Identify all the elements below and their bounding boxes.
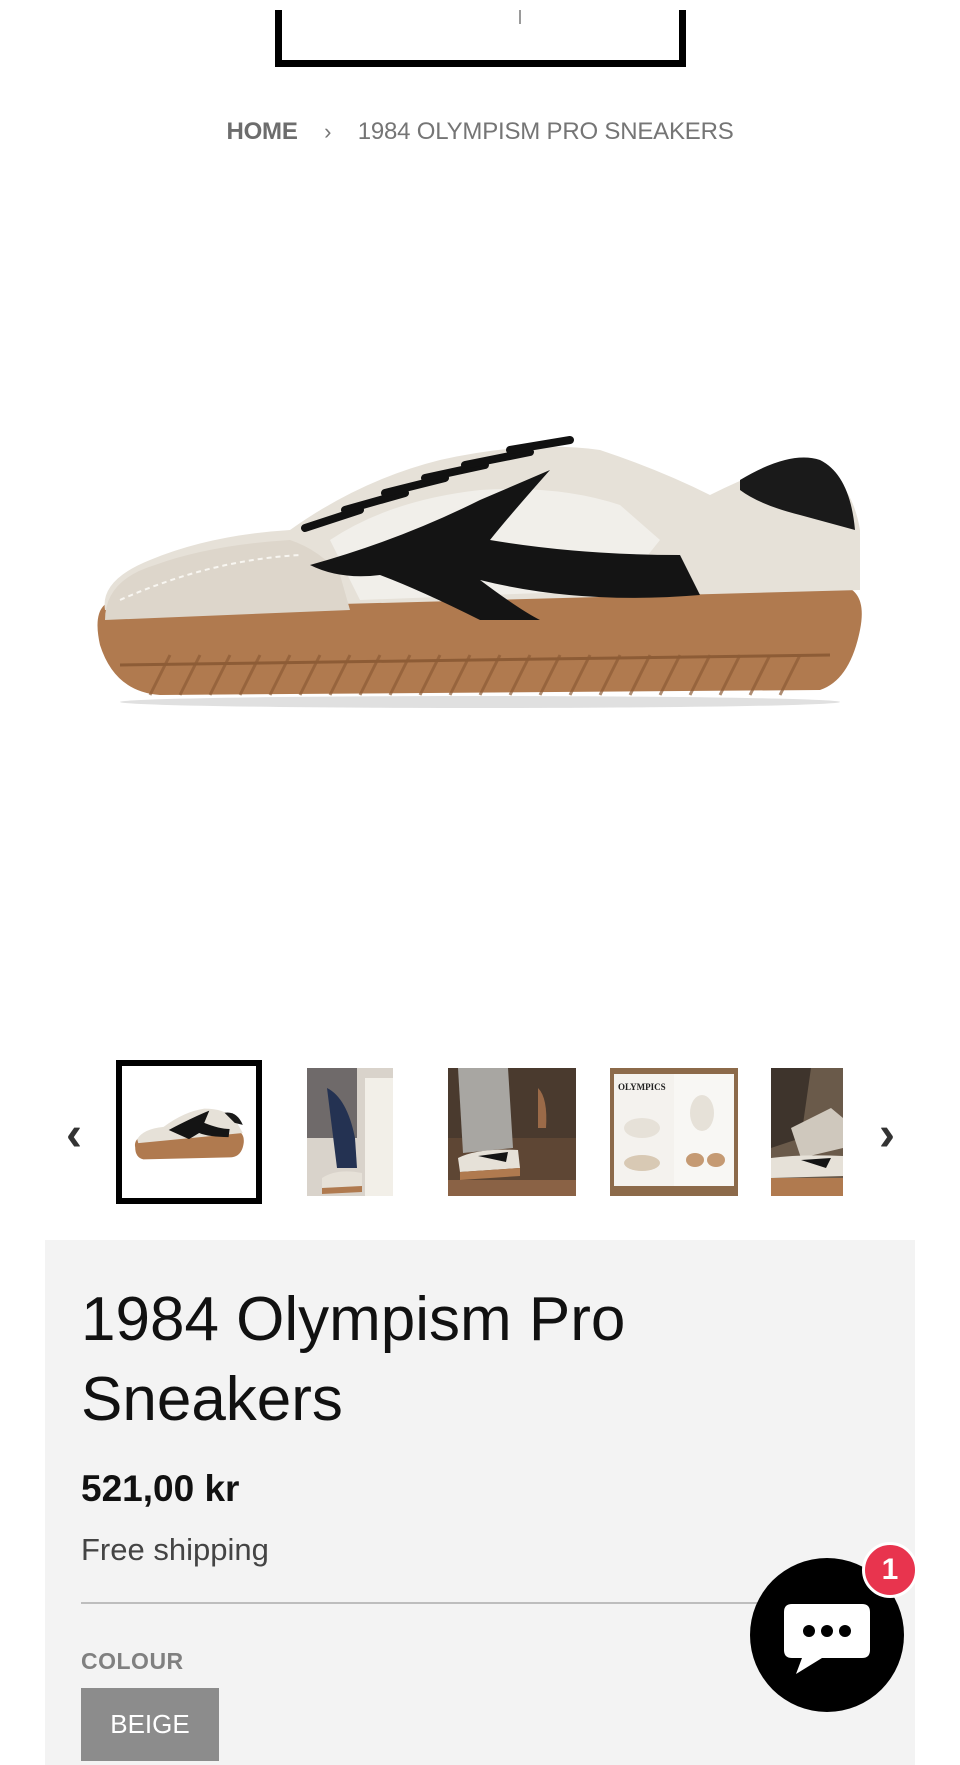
divider bbox=[81, 1602, 781, 1604]
shipping-info: Free shipping bbox=[81, 1532, 269, 1567]
colour-option-beige[interactable]: BEIGE bbox=[81, 1688, 219, 1761]
thumbnail-gallery: ‹ OLYMPICS › bbox=[0, 1060, 960, 1205]
thumbnail-4[interactable]: OLYMPICS bbox=[610, 1068, 738, 1196]
breadcrumb: HOME › 1984 OLYMPISM PRO SNEAKERS bbox=[0, 118, 960, 146]
product-price: 521,00 kr bbox=[81, 1468, 240, 1509]
breadcrumb-separator-icon: › bbox=[324, 119, 332, 144]
chevron-right-icon[interactable]: › bbox=[867, 1110, 907, 1160]
thumbnail-2[interactable] bbox=[307, 1068, 393, 1196]
thumbnail-5[interactable] bbox=[771, 1068, 843, 1196]
chat-bubble-icon bbox=[784, 1604, 870, 1674]
colour-label: COLOUR bbox=[81, 1648, 184, 1674]
breadcrumb-current: 1984 OLYMPISM PRO SNEAKERS bbox=[357, 118, 734, 145]
thumbnail-3[interactable] bbox=[448, 1068, 576, 1196]
chevron-left-icon[interactable]: ‹ bbox=[54, 1110, 94, 1160]
main-product-image[interactable] bbox=[60, 300, 900, 880]
magazine-title: OLYMPICS bbox=[618, 1082, 666, 1092]
search-box-frame[interactable] bbox=[275, 10, 686, 67]
thumbnail-1[interactable] bbox=[116, 1060, 262, 1204]
chat-notification-badge: 1 bbox=[862, 1542, 918, 1598]
text-cursor bbox=[519, 10, 521, 24]
product-title: 1984 Olympism Pro Sneakers bbox=[81, 1285, 626, 1434]
breadcrumb-home-link[interactable]: HOME bbox=[226, 118, 297, 145]
